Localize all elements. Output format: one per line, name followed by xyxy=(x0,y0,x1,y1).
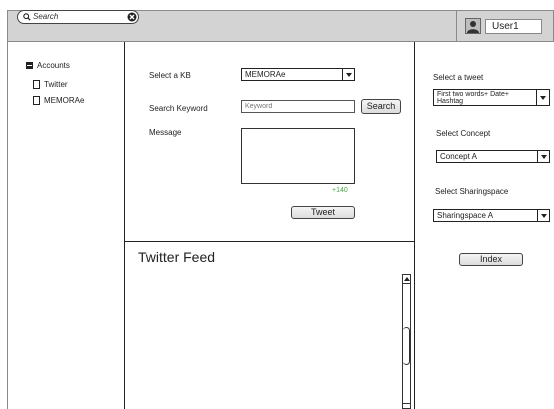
keyword-label: Search Keyword xyxy=(149,104,208,113)
feed-title: Twitter Feed xyxy=(138,249,216,265)
sharingspace-select[interactable]: Sharingspace A xyxy=(433,209,550,222)
kb-select-value: MEMORAe xyxy=(245,70,286,79)
concept-select[interactable]: Concept A xyxy=(436,150,550,163)
search-icon xyxy=(23,13,31,21)
accounts-tree-root[interactable]: Accounts xyxy=(26,61,70,70)
tweet-select-label: Select a tweet xyxy=(433,73,484,82)
user-divider xyxy=(456,10,457,42)
app-window: Search User1 Accounts Twitter MEMORAe Se… xyxy=(0,0,554,409)
tweet-button[interactable]: Tweet xyxy=(291,206,355,219)
search-input[interactable]: Search xyxy=(17,10,139,24)
chevron-down-icon[interactable] xyxy=(342,69,354,80)
scroll-thumb[interactable] xyxy=(403,327,410,365)
keyword-input[interactable] xyxy=(241,100,355,113)
concept-select-value: Concept A xyxy=(440,152,477,161)
kb-label: Select a KB xyxy=(149,71,191,80)
collapse-icon[interactable] xyxy=(26,62,33,69)
chevron-down-icon[interactable] xyxy=(537,151,549,162)
document-icon xyxy=(33,80,40,89)
sidebar-item-label: Twitter xyxy=(44,80,68,89)
message-label: Message xyxy=(149,128,182,137)
accounts-label: Accounts xyxy=(37,61,70,70)
chevron-down-icon[interactable] xyxy=(537,210,549,221)
document-icon xyxy=(33,96,40,105)
sharingspace-label: Select Sharingspace xyxy=(435,187,509,196)
sidebar-item-memorae[interactable]: MEMORAe xyxy=(33,96,84,105)
indexing-panel: Select a tweet First two words+ Date+ Ha… xyxy=(414,42,554,409)
chevron-down-icon[interactable] xyxy=(536,90,549,105)
char-counter: +140 xyxy=(332,187,348,194)
index-button[interactable]: Index xyxy=(459,253,523,266)
search-placeholder: Search xyxy=(33,12,59,21)
username-display[interactable]: User1 xyxy=(485,19,542,34)
accounts-sidebar: Accounts Twitter MEMORAe xyxy=(7,42,125,409)
twitter-feed: Twitter Feed xyxy=(125,242,414,409)
message-textarea[interactable] xyxy=(241,128,355,184)
scroll-up-icon[interactable] xyxy=(403,275,410,284)
sidebar-item-label: MEMORAe xyxy=(44,96,85,105)
kb-select[interactable]: MEMORAe xyxy=(241,68,355,81)
tweet-select[interactable]: First two words+ Date+ Hashtag xyxy=(433,89,550,106)
sidebar-item-twitter[interactable]: Twitter xyxy=(33,80,68,89)
concept-label: Select Concept xyxy=(436,129,491,138)
sharingspace-select-value: Sharingspace A xyxy=(437,211,494,220)
clear-icon[interactable] xyxy=(127,12,137,22)
search-button[interactable]: Search xyxy=(361,99,401,114)
feed-scrollbar[interactable] xyxy=(402,274,411,409)
compose-panel: Select a KB MEMORAe Search Keyword Searc… xyxy=(125,42,414,242)
user-avatar-icon[interactable] xyxy=(465,18,481,34)
tweet-select-value: First two words+ Date+ Hashtag xyxy=(437,91,509,105)
scroll-down-button[interactable] xyxy=(403,403,410,408)
